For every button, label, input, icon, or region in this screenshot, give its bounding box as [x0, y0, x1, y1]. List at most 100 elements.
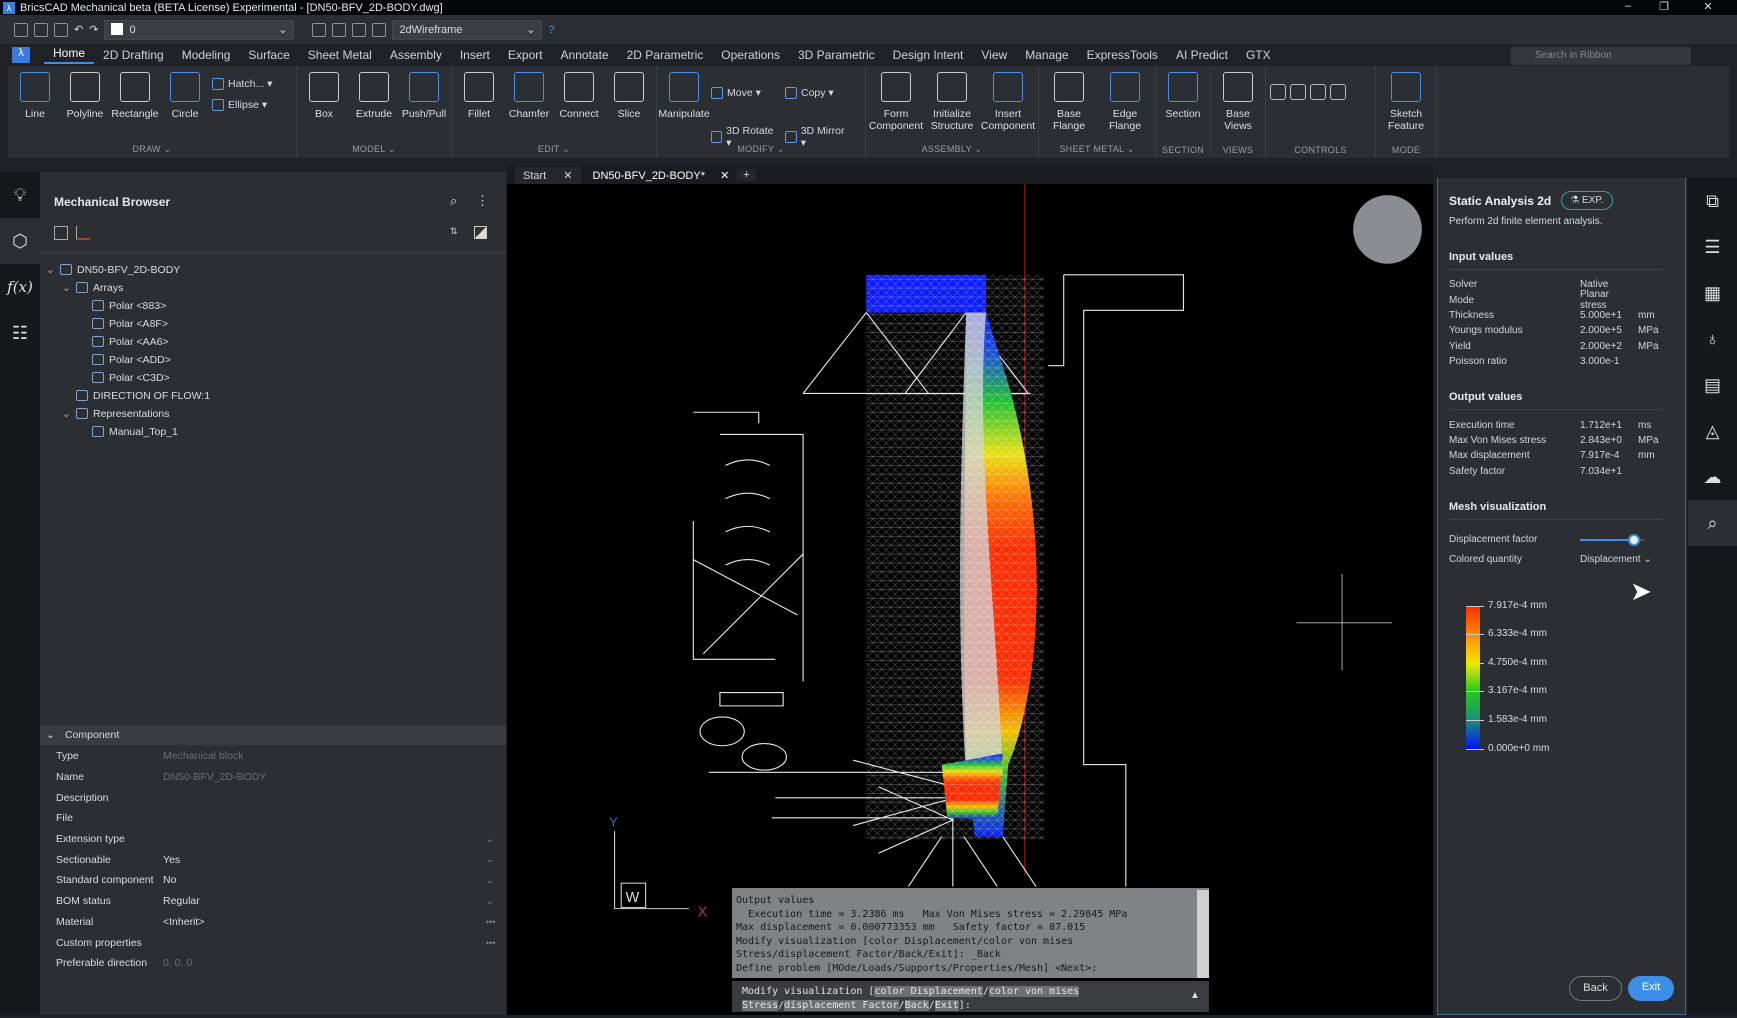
- tree-item[interactable]: Polar <ADD>: [40, 351, 506, 369]
- minimize-button[interactable]: –: [1610, 0, 1646, 15]
- property-row[interactable]: Custom properties •••: [40, 932, 506, 953]
- wireframe-icon[interactable]: [372, 22, 387, 37]
- property-row[interactable]: Name DN50-BFV_2D-BODY: [40, 767, 506, 788]
- table-icon[interactable]: ▤: [1688, 362, 1737, 408]
- tab-expresstools[interactable]: ExpressTools: [1078, 48, 1167, 62]
- option-back[interactable]: Back: [904, 999, 929, 1011]
- tab-2d-parametric[interactable]: 2D Parametric: [618, 48, 713, 62]
- option-exit[interactable]: Exit: [934, 999, 959, 1011]
- property-row[interactable]: Extension type ⌄: [40, 829, 506, 850]
- tree-item[interactable]: ⌄ Arrays: [40, 279, 506, 297]
- tab-annotate[interactable]: Annotate: [552, 48, 618, 62]
- tree-item[interactable]: Polar <A8F>: [40, 315, 506, 333]
- display-toggle-icon[interactable]: [474, 226, 487, 239]
- close-button[interactable]: ✕: [1690, 0, 1726, 15]
- tree-filter-icon[interactable]: [76, 226, 90, 240]
- expand-chevron-icon[interactable]: ⌄: [46, 261, 60, 279]
- tab-start[interactable]: Start ✕: [515, 166, 581, 184]
- tree-item[interactable]: DIRECTION OF FLOW:1: [40, 387, 506, 405]
- save-icon[interactable]: [14, 22, 28, 37]
- property-row[interactable]: Description: [40, 787, 506, 808]
- restore-button[interactable]: ❐: [1646, 0, 1682, 15]
- view-control-icon[interactable]: [1330, 84, 1346, 100]
- tool-hatch-[interactable]: Hatch... ▾: [212, 78, 292, 90]
- tab-insert[interactable]: Insert: [451, 48, 499, 62]
- property-value[interactable]: Regular: [163, 895, 486, 907]
- visual-style-dropdown[interactable]: 2dWireframe ⌄: [392, 19, 543, 40]
- view-control-icon[interactable]: [1290, 84, 1306, 100]
- command-line[interactable]: Modify visualization [color Displacement…: [732, 981, 1209, 1012]
- print-icon[interactable]: [54, 22, 68, 37]
- tree-item[interactable]: ⌄ DN50-BFV_2D-BODY: [40, 261, 506, 279]
- tab-modeling[interactable]: Modeling: [173, 48, 240, 62]
- tab-view[interactable]: View: [972, 48, 1016, 62]
- view-control-icon[interactable]: [1270, 84, 1286, 100]
- save-as-icon[interactable]: [34, 22, 48, 37]
- property-row[interactable]: Type Mechanical block: [40, 746, 506, 767]
- analysis-search-icon[interactable]: ⌕: [1688, 500, 1737, 546]
- more-icon[interactable]: •••: [486, 938, 506, 948]
- chevron-down-icon[interactable]: ⌄: [486, 875, 506, 886]
- new-tab-button[interactable]: +: [737, 169, 756, 181]
- back-button[interactable]: Back: [1569, 976, 1622, 1001]
- layer-dropdown[interactable]: 0 ⌄: [104, 19, 295, 40]
- tab-sheet-metal[interactable]: Sheet Metal: [299, 48, 381, 62]
- undo-icon[interactable]: ↶: [74, 23, 83, 36]
- component-section-header[interactable]: ⌄ Component: [40, 725, 506, 745]
- tab-surface[interactable]: Surface: [239, 48, 298, 62]
- mechanical-browser-icon[interactable]: ⬡: [0, 218, 40, 264]
- property-row[interactable]: Material <Inherit> •••: [40, 912, 506, 933]
- property-value[interactable]: No: [163, 874, 486, 886]
- tab-ai-predict[interactable]: AI Predict: [1167, 48, 1237, 62]
- help-icon[interactable]: ?: [548, 24, 554, 36]
- settings-sliders-icon[interactable]: ☰: [1688, 224, 1737, 270]
- view-control-icon[interactable]: [1310, 84, 1326, 100]
- property-row[interactable]: Standard component No ⌄: [40, 870, 506, 891]
- snap-icon[interactable]: [312, 22, 327, 37]
- tab-dn50-body[interactable]: DN50-BFV_2D-BODY* ✕: [585, 167, 738, 184]
- layers-grid-icon[interactable]: ▦: [1688, 270, 1737, 316]
- tab-3d-parametric[interactable]: 3D Parametric: [789, 48, 884, 62]
- colored-quantity-dropdown[interactable]: Displacement ⌄: [1580, 554, 1652, 565]
- hot-air-balloon-icon[interactable]: ♁: [1688, 316, 1737, 362]
- tool-copy[interactable]: Copy ▾: [785, 78, 851, 108]
- more-icon[interactable]: •••: [486, 917, 506, 927]
- expand-command-icon[interactable]: ▲: [1190, 990, 1200, 1001]
- tab-design-intent[interactable]: Design Intent: [884, 48, 973, 62]
- tips-icon[interactable]: 💡︎: [0, 172, 40, 218]
- structure-icon[interactable]: ☷: [0, 310, 40, 356]
- tool-ellipse[interactable]: Ellipse ▾: [212, 99, 292, 111]
- property-row[interactable]: Preferable direction 0, 0, 0: [40, 953, 506, 974]
- close-tab-icon[interactable]: ✕: [720, 170, 729, 182]
- property-value[interactable]: <Inherit>: [163, 916, 486, 928]
- sort-icon[interactable]: ⇅: [450, 226, 458, 237]
- option-stress[interactable]: Stress: [742, 999, 779, 1011]
- tab-manage[interactable]: Manage: [1016, 48, 1077, 62]
- displacement-factor-slider[interactable]: [1580, 533, 1644, 546]
- view-navigation-widget[interactable]: [1353, 195, 1422, 264]
- view-cube-icon[interactable]: [352, 22, 367, 37]
- tab-gtx[interactable]: GTX: [1237, 48, 1280, 62]
- tab-assembly[interactable]: Assembly: [381, 48, 451, 62]
- tree-item[interactable]: Polar <C3D>: [40, 369, 506, 387]
- chevron-down-icon[interactable]: ⌄: [486, 854, 506, 865]
- redo-icon[interactable]: ↷: [89, 23, 98, 36]
- command-history-scrollbar[interactable]: [1197, 890, 1209, 978]
- exit-button[interactable]: Exit: [1628, 976, 1674, 1001]
- option-color-displacement[interactable]: color Displacement: [874, 986, 983, 997]
- option-displacement-factor[interactable]: displacement Factor: [784, 999, 899, 1011]
- ribbon-search-input[interactable]: Search in Ribbon: [1511, 47, 1691, 65]
- tree-item[interactable]: Polar <883>: [40, 297, 506, 315]
- properties-panel-icon[interactable]: ⧉: [1688, 178, 1737, 224]
- chevron-down-icon[interactable]: ⌄: [486, 896, 506, 907]
- cloud-sync-icon[interactable]: ☁: [1688, 454, 1737, 500]
- tab-2d-drafting[interactable]: 2D Drafting: [94, 48, 173, 62]
- tab-operations[interactable]: Operations: [712, 48, 789, 62]
- parameters-icon[interactable]: f(x): [0, 264, 40, 310]
- select-icon[interactable]: [332, 22, 347, 37]
- drawing-tools-icon[interactable]: ◬: [1688, 408, 1737, 454]
- tree-view-icon[interactable]: [54, 226, 68, 240]
- property-row[interactable]: Sectionable Yes ⌄: [40, 849, 506, 870]
- tree-item[interactable]: Polar <AA6>: [40, 333, 506, 351]
- expand-chevron-icon[interactable]: ⌄: [62, 279, 76, 297]
